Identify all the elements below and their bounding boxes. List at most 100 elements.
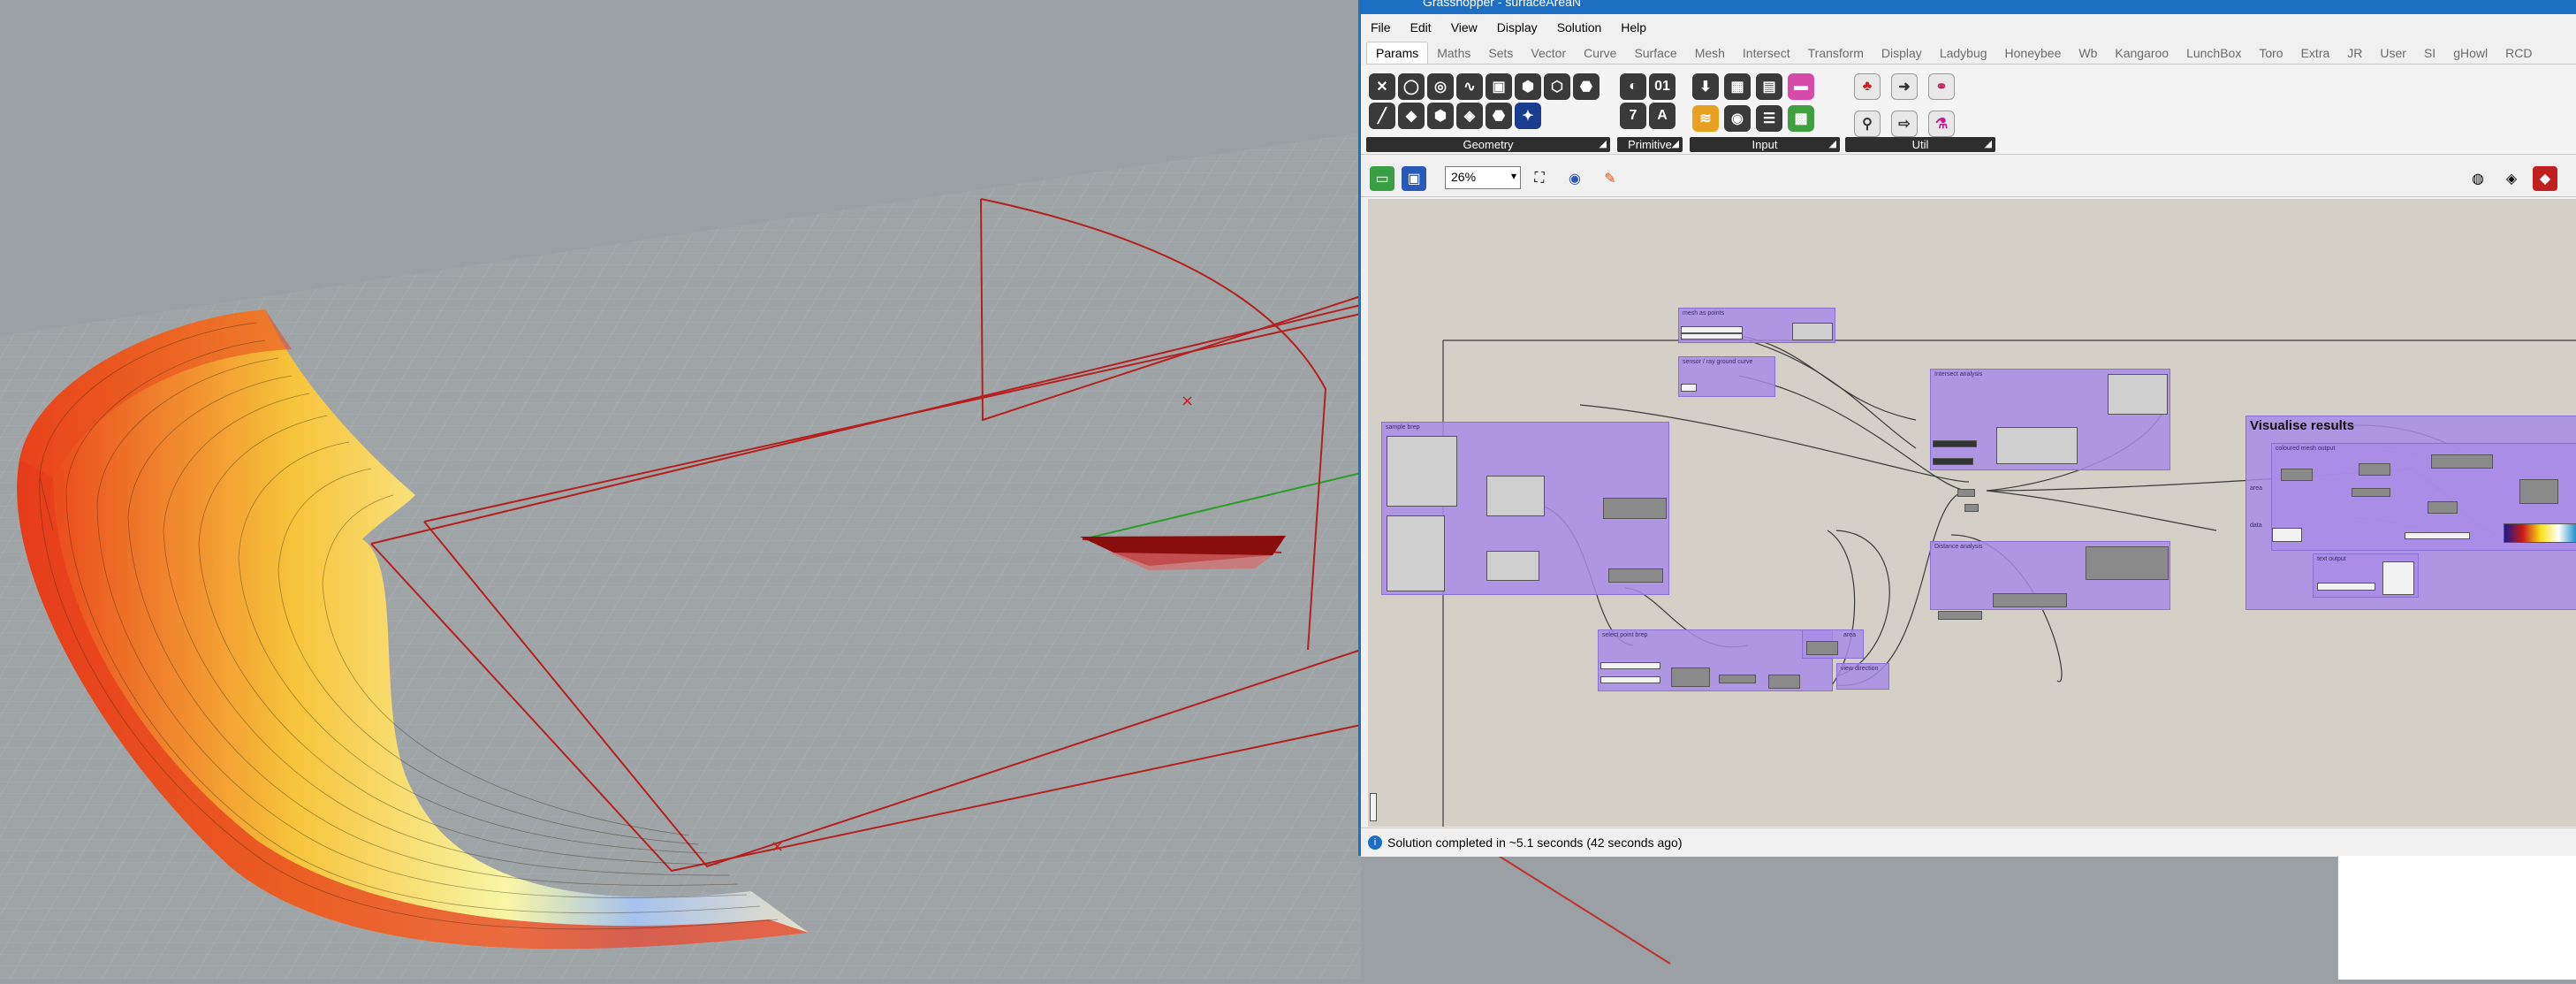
tab-ghowl[interactable]: gHowl	[2444, 42, 2496, 64]
component-node[interactable]	[1603, 498, 1667, 519]
hex-icon[interactable]: ⬢	[1427, 103, 1454, 129]
component-node[interactable]	[2359, 463, 2390, 476]
tab-intersect[interactable]: Intersect	[1734, 42, 1799, 64]
dial-icon[interactable]: ◉	[1724, 105, 1751, 132]
component-node[interactable]	[1806, 641, 1838, 655]
surface-icon[interactable]: ◈	[1456, 103, 1483, 129]
brep-icon[interactable]: ⬢	[1515, 73, 1541, 100]
tab-rcd[interactable]: RCD	[2496, 42, 2541, 64]
binary-icon[interactable]: 01	[1649, 73, 1676, 100]
tab-si[interactable]: SI	[2415, 42, 2444, 64]
component-node[interactable]	[2352, 488, 2390, 497]
menu-view[interactable]: View	[1441, 20, 1487, 34]
swatch-icon[interactable]: ≋	[1692, 105, 1719, 132]
tree-icon[interactable]: ⚲	[1854, 111, 1881, 137]
boolean-icon[interactable]: ◐	[1620, 73, 1646, 100]
component-node[interactable]	[2428, 501, 2458, 514]
tab-ladybug[interactable]: Ladybug	[1931, 42, 1996, 64]
tab-wb[interactable]: Wb	[2070, 42, 2106, 64]
preview-eye-icon[interactable]: ◉	[1562, 166, 1587, 191]
group-intersect-analysis[interactable]: Intersect analysis	[1930, 369, 2170, 470]
import-icon[interactable]: ⬇	[1692, 73, 1719, 100]
tab-toro[interactable]: Toro	[2250, 42, 2291, 64]
component-node[interactable]	[1486, 551, 1539, 581]
slider[interactable]	[1600, 676, 1660, 683]
menu-solution[interactable]: Solution	[1547, 20, 1612, 34]
component-node[interactable]	[2431, 454, 2493, 469]
component-node[interactable]	[1671, 667, 1710, 687]
tab-user[interactable]: User	[2371, 42, 2415, 64]
tab-jr[interactable]: JR	[2338, 42, 2371, 64]
zoom-select[interactable]: 26% ▾	[1445, 166, 1521, 189]
mesh-icon[interactable]: ◆	[1398, 103, 1425, 129]
tab-maths[interactable]: Maths	[1428, 42, 1479, 64]
tab-transform[interactable]: Transform	[1799, 42, 1873, 64]
tab-display[interactable]: Display	[1873, 42, 1931, 64]
line-icon[interactable]: ╱	[1369, 103, 1395, 129]
slider[interactable]	[2317, 583, 2375, 591]
component-node[interactable]	[2108, 374, 2168, 415]
component-node[interactable]	[1768, 675, 1800, 689]
box-icon[interactable]: ▣	[1486, 73, 1512, 100]
group-distance-analysis[interactable]: Distance analysis	[1930, 541, 2170, 610]
toggle-icon[interactable]: ▤	[1756, 73, 1782, 100]
tab-extra[interactable]: Extra	[2292, 42, 2339, 64]
group-sample-brep[interactable]: sample brep	[1381, 422, 1669, 595]
component-node[interactable]	[1993, 593, 2067, 607]
cherries-icon[interactable]: ♣	[1854, 73, 1881, 100]
component-node[interactable]	[1792, 323, 1833, 340]
tab-surface[interactable]: Surface	[1625, 42, 1685, 64]
group-area[interactable]: area	[1802, 629, 1864, 659]
component-node[interactable]	[2281, 469, 2313, 481]
group-mesh-as-points[interactable]: mesh as points	[1678, 308, 1835, 343]
preview-wire-icon[interactable]: ◈	[2499, 166, 2524, 191]
hollow-arrow-icon[interactable]: ⇨	[1891, 111, 1918, 137]
tab-lunchbox[interactable]: LunchBox	[2177, 42, 2250, 64]
tab-vector[interactable]: Vector	[1522, 42, 1575, 64]
value-list-icon[interactable]: ☰	[1756, 105, 1782, 132]
grasshopper-window[interactable]: Grasshopper - surfaceAreaN File Edit Vie…	[1358, 0, 2576, 857]
curve-icon[interactable]: ∿	[1456, 73, 1483, 100]
circle-icon[interactable]: ◯	[1398, 73, 1425, 100]
grid-icon[interactable]: ▦	[1724, 73, 1751, 100]
component-node[interactable]	[2086, 546, 2169, 580]
slider[interactable]	[2405, 532, 2470, 539]
component-node[interactable]	[2519, 479, 2558, 504]
menu-file[interactable]: File	[1361, 20, 1401, 34]
plane-icon[interactable]: ⬡	[1544, 73, 1570, 100]
tab-kangaroo[interactable]: Kangaroo	[2106, 42, 2177, 64]
vector-icon[interactable]: ✦	[1515, 103, 1541, 129]
links-icon[interactable]: ⚭	[1928, 73, 1955, 100]
ring-icon[interactable]: ◎	[1427, 73, 1454, 100]
preview-shaded-icon[interactable]: ◍	[2466, 166, 2490, 191]
group-sensor-curve[interactable]: sensor / ray ground curve	[1678, 356, 1775, 397]
flask-icon[interactable]: ⚗	[1928, 111, 1955, 137]
component-node[interactable]	[1996, 427, 2078, 464]
relay-node[interactable]	[1957, 489, 1975, 497]
param-node[interactable]	[2272, 528, 2302, 542]
param-node[interactable]	[1681, 384, 1697, 392]
sketch-icon[interactable]: ✎	[1598, 166, 1622, 191]
point-icon[interactable]: ✕	[1369, 73, 1395, 100]
window-titlebar[interactable]: Grasshopper - surfaceAreaN	[1361, 0, 2576, 14]
panel-node[interactable]	[2382, 561, 2414, 595]
text-icon[interactable]: A	[1649, 103, 1676, 129]
group-view-direction[interactable]: view direction	[1836, 663, 1889, 690]
gradient-legend[interactable]	[2504, 523, 2576, 543]
tab-honeybee[interactable]: Honeybee	[1996, 42, 2071, 64]
slider[interactable]	[1681, 333, 1743, 339]
group-text-output[interactable]: text output	[2313, 553, 2419, 598]
component-node[interactable]	[1608, 568, 1663, 583]
slider[interactable]	[1681, 326, 1743, 333]
group-visualise-results[interactable]: Visualise results coloured mesh output a…	[2245, 416, 2576, 610]
zoom-extents-icon[interactable]: ⛶	[1527, 166, 1552, 191]
grasshopper-canvas[interactable]: mesh as points sensor / ray ground curve…	[1368, 199, 2576, 827]
save-icon[interactable]: ▣	[1402, 166, 1426, 191]
brep-param[interactable]	[1387, 436, 1457, 507]
param-node[interactable]	[1933, 458, 1973, 465]
menu-display[interactable]: Display	[1487, 20, 1547, 34]
image-sampler-icon[interactable]: ▩	[1788, 105, 1814, 132]
component-node[interactable]	[1719, 675, 1756, 683]
group-coloured-mesh-output[interactable]: coloured mesh output	[2271, 443, 2576, 551]
param-node[interactable]	[1933, 440, 1977, 447]
